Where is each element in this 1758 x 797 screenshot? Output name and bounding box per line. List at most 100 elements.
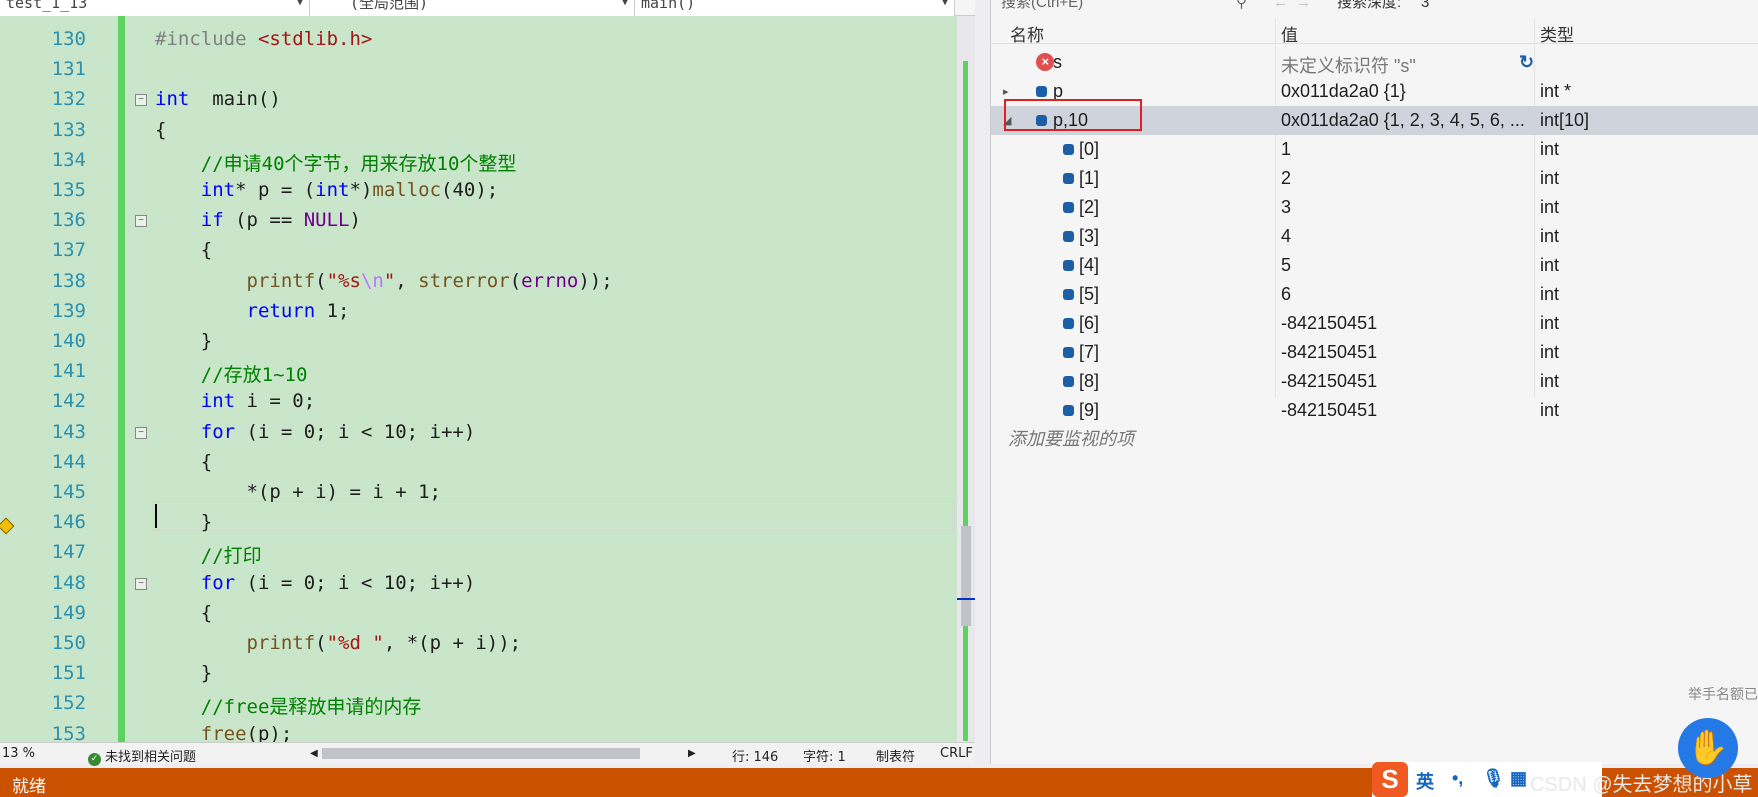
watch-name[interactable]: [7] — [1079, 342, 1099, 363]
watch-value[interactable]: 6 — [1281, 284, 1291, 305]
watch-row[interactable]: [3] 4 int — [991, 222, 1758, 251]
scrollbar-thumb[interactable] — [961, 526, 971, 626]
fold-toggle-icon[interactable]: − — [135, 577, 147, 590]
function-dropdown[interactable]: main() ▼ — [635, 0, 955, 16]
code-line[interactable]: } — [155, 511, 212, 533]
forward-arrow-icon[interactable]: → — [1296, 0, 1311, 10]
code-line[interactable]: if (p == NULL) — [155, 209, 361, 231]
line-number: 140 — [51, 330, 86, 352]
watch-value[interactable]: 0x011da2a0 {1, 2, 3, 4, 5, 6, ... — [1281, 110, 1525, 131]
code-line[interactable]: for (i = 0; i < 10; i++) — [155, 420, 476, 443]
code-token: { — [155, 450, 213, 473]
ime-language[interactable]: 英 — [1416, 768, 1434, 794]
code-line[interactable]: for (i = 0; i < 10; i++) — [155, 572, 476, 594]
watch-name[interactable]: [5] — [1079, 284, 1099, 305]
fold-toggle-icon[interactable]: − — [135, 94, 147, 107]
watch-value[interactable]: -842150451 — [1281, 342, 1377, 363]
watch-row[interactable]: [4] 5 int — [991, 251, 1758, 280]
code-line[interactable]: //存放1~10 — [155, 360, 308, 387]
issues-indicator[interactable]: ✓ 未找到相关问题 — [88, 746, 196, 766]
refresh-icon[interactable]: ↻ — [1519, 52, 1534, 73]
code-line[interactable]: //free是释放申请的内存 — [155, 692, 422, 719]
scroll-right-icon[interactable]: ▶ — [688, 748, 696, 759]
watch-row[interactable]: [6] -842150451 int — [991, 309, 1758, 338]
search-input[interactable]: 搜索(Ctrl+E) — [1001, 0, 1083, 10]
code-line[interactable]: int i = 0; — [155, 390, 315, 412]
watch-name[interactable]: [0] — [1079, 139, 1099, 160]
watch-value[interactable]: 3 — [1281, 197, 1291, 218]
watch-row[interactable]: [1] 2 int — [991, 164, 1758, 193]
watch-value[interactable]: 未定义标识符 "s" — [1281, 52, 1416, 78]
search-depth-select[interactable]: 3 — [1421, 0, 1429, 10]
watch-name[interactable]: [4] — [1079, 255, 1099, 276]
code-line[interactable]: //申请40个字节，用来存放10个整型 — [155, 149, 517, 176]
scroll-left-icon[interactable]: ◀ — [310, 748, 318, 759]
fold-toggle-icon[interactable]: − — [135, 215, 147, 228]
code-line[interactable]: printf("%s\n", strerror(errno)); — [155, 270, 613, 292]
code-token: int — [200, 390, 236, 413]
watch-value[interactable]: 4 — [1281, 226, 1291, 247]
variable-icon — [1063, 173, 1074, 184]
watch-row[interactable]: [0] 1 int — [991, 135, 1758, 164]
watch-name[interactable]: [2] — [1079, 197, 1099, 218]
raise-hand-text: 举手名额已 — [1688, 686, 1758, 702]
watch-value[interactable]: -842150451 — [1281, 400, 1377, 421]
watch-value[interactable]: 5 — [1281, 255, 1291, 276]
watch-name[interactable]: [3] — [1079, 226, 1099, 247]
column-name[interactable]: 名称 — [1010, 21, 1044, 46]
code-line[interactable]: int main() — [155, 88, 281, 110]
code-line[interactable]: *(p + i) = i + 1; — [155, 481, 441, 503]
code-token: int — [155, 88, 190, 111]
code-line[interactable]: { — [155, 602, 212, 624]
watch-name[interactable]: s — [1053, 52, 1062, 73]
watch-name[interactable]: [1] — [1079, 168, 1099, 189]
watch-name[interactable]: [8] — [1079, 371, 1099, 392]
code-editor[interactable]: 130 #include <stdlib.h> 131 132− int main() 1… — [0, 16, 975, 742]
watch-value[interactable]: -842150451 — [1281, 371, 1377, 392]
keyboard-icon[interactable]: ▦ — [1510, 768, 1527, 789]
expand-toggle-icon[interactable]: ▸ — [1003, 85, 1009, 98]
indent-indicator[interactable]: 制表符 — [876, 746, 915, 765]
watch-value[interactable]: -842150451 — [1281, 313, 1377, 334]
code-line[interactable]: return 1; — [155, 300, 350, 322]
vertical-scrollbar[interactable] — [957, 16, 975, 742]
project-dropdown[interactable]: test_1_13 ▼ — [0, 0, 310, 16]
raise-hand-icon[interactable]: ✋ — [1678, 718, 1738, 778]
add-watch-item[interactable]: 添加要监视的项 — [1008, 425, 1134, 451]
watch-name[interactable]: [6] — [1079, 313, 1099, 334]
scope-dropdown[interactable]: (全局范围) ▼ — [310, 0, 635, 16]
code-line[interactable]: int* p = (int*)malloc(40); — [155, 179, 498, 201]
column-value[interactable]: 值 — [1281, 21, 1298, 46]
eol-indicator[interactable]: CRLF — [940, 746, 973, 761]
column-type[interactable]: 类型 — [1540, 21, 1574, 46]
code-line[interactable]: { — [155, 451, 212, 473]
watch-row[interactable]: [5] 6 int — [991, 280, 1758, 309]
zoom-level[interactable]: 13 % — [2, 746, 35, 761]
watch-row[interactable]: [8] -842150451 int — [991, 367, 1758, 396]
code-line[interactable]: //打印 — [155, 541, 262, 568]
code-line[interactable]: #include <stdlib.h> — [155, 28, 372, 50]
search-icon[interactable]: ⚲ — [1236, 0, 1247, 10]
punctuation-icon[interactable]: •, — [1452, 768, 1463, 789]
code-line[interactable]: } — [155, 662, 212, 684]
code-token: //打印 — [200, 545, 262, 568]
horizontal-scrollbar-thumb[interactable] — [322, 748, 640, 759]
watch-name[interactable]: [9] — [1079, 400, 1099, 421]
watch-row[interactable]: × s 未定义标识符 "s" ↻ — [991, 48, 1758, 77]
watch-value[interactable]: 1 — [1281, 139, 1291, 160]
watch-row[interactable]: [7] -842150451 int — [991, 338, 1758, 367]
watch-value[interactable]: 2 — [1281, 168, 1291, 189]
fold-toggle-icon[interactable]: − — [135, 426, 147, 439]
microphone-icon[interactable]: 🎙 — [1482, 768, 1505, 789]
watch-row[interactable]: [2] 3 int — [991, 193, 1758, 222]
watch-value[interactable]: 0x011da2a0 {1} — [1281, 81, 1406, 102]
code-line[interactable]: free(p); — [155, 723, 293, 742]
code-line[interactable]: } — [155, 330, 212, 352]
code-line[interactable]: printf("%d ", *(p + i)); — [155, 632, 522, 654]
code-token: (i = 0; i < 10; i++) — [235, 420, 476, 443]
code-line[interactable]: { — [155, 239, 212, 261]
back-arrow-icon[interactable]: ← — [1273, 0, 1288, 10]
code-line[interactable]: { — [155, 119, 166, 141]
watch-row[interactable]: [9] -842150451 int — [991, 396, 1758, 425]
